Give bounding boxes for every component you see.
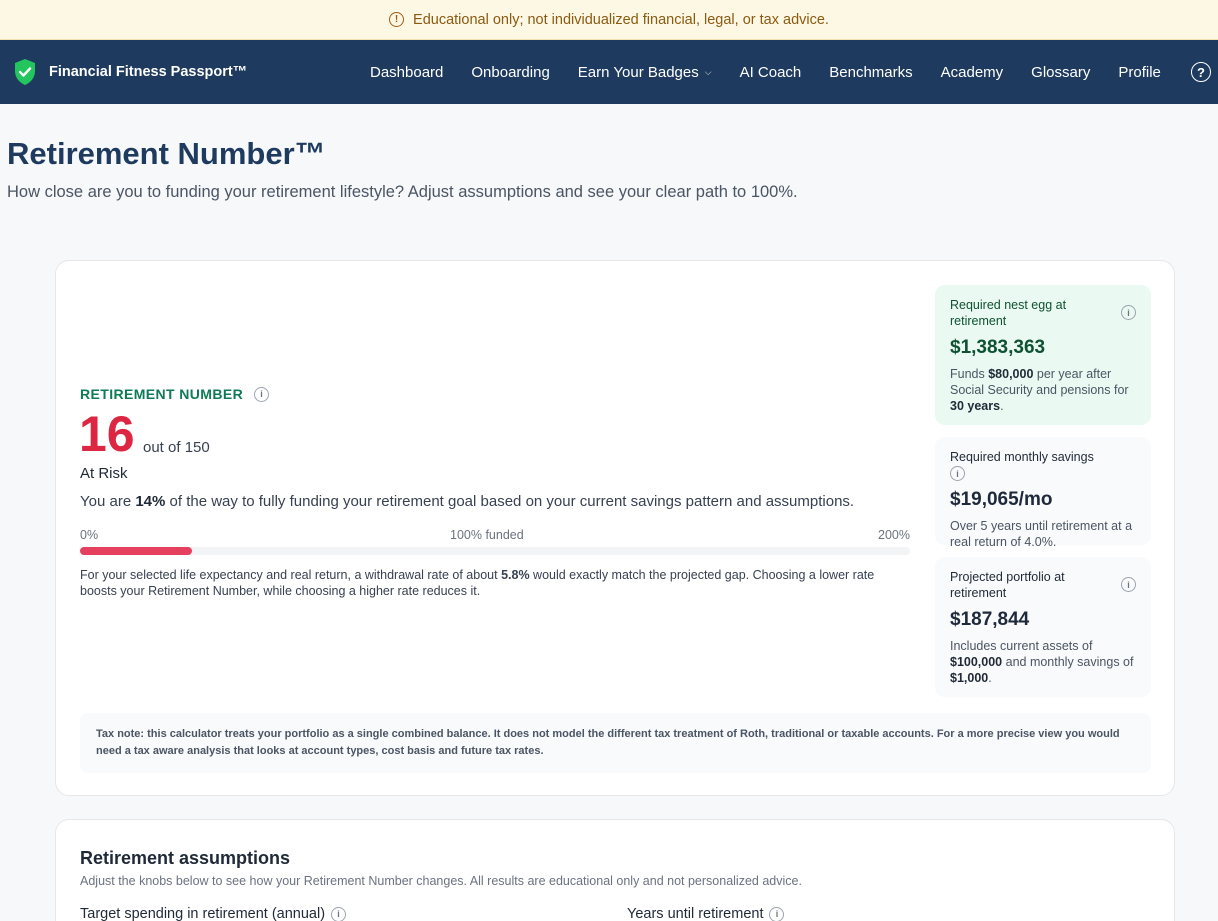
assumptions-subtitle: Adjust the knobs below to see how your R…	[80, 874, 802, 888]
assumptions-card: Retirement assumptions Adjust the knobs …	[55, 819, 1175, 921]
assumptions-title: Retirement assumptions	[80, 848, 291, 868]
funding-progress-bar	[80, 547, 910, 555]
nav-menu: Dashboard Onboarding Earn Your Badges ⌵ A…	[370, 40, 1189, 104]
nest-egg-description: Funds $80,000 per year after Social Secu…	[950, 367, 1129, 413]
help-icon[interactable]: ?	[1191, 62, 1211, 82]
nav-ai-coach[interactable]: AI Coach	[740, 64, 802, 81]
nav-academy[interactable]: Academy	[941, 64, 1004, 81]
nav-earn-your-badges[interactable]: Earn Your Badges ⌵	[578, 64, 712, 81]
nav-ai-coach-label: AI Coach	[739, 63, 802, 81]
warning-circle-icon: !	[389, 12, 405, 27]
withdrawal-rate: 5.8%	[501, 568, 530, 582]
info-icon[interactable]: i	[1121, 577, 1136, 592]
tax-note: Tax note: this calculator treats your po…	[80, 713, 1151, 773]
shield-check-icon	[15, 59, 35, 85]
withdrawal-rate-note: For your selected life expectancy and re…	[80, 568, 875, 598]
nav-profile[interactable]: Profile	[1118, 64, 1161, 81]
page-title: Retirement Number™	[7, 136, 326, 171]
retirement-number-card: RETIREMENT NUMBER i 16 out of 150 At Ris…	[55, 260, 1175, 796]
years-until-retirement-label: Years until retirement i	[627, 906, 785, 921]
nav-academy-label: Academy	[940, 63, 1004, 81]
nest-egg-value: $1,383,363	[950, 337, 1046, 358]
brand-name: Financial Fitness Passport™	[49, 64, 248, 80]
funding-progress-fill	[80, 547, 193, 555]
disclaimer-banner: ! Educational only; not individualized f…	[0, 0, 1218, 40]
projected-portfolio-card: Projected portfolio at retirement i $187…	[935, 557, 1151, 697]
bar-mid-label: 100% funded	[450, 528, 524, 542]
monthly-savings-description: Over 5 years until retirement at a real …	[950, 519, 1133, 550]
nav-badges-label: Earn Your Badges	[577, 63, 699, 81]
nest-egg-title: Required nest egg at retirement	[950, 298, 1067, 328]
top-navbar: Financial Fitness Passport™ Dashboard On…	[0, 40, 1218, 104]
monthly-savings-value: $19,065/mo	[950, 489, 1053, 511]
projected-portfolio-value: $187,844	[950, 609, 1030, 630]
brand[interactable]: Financial Fitness Passport™	[13, 58, 247, 86]
nav-onboarding-label: Onboarding	[471, 63, 550, 81]
info-icon[interactable]: i	[950, 466, 965, 482]
nest-egg-card: Required nest egg at retirement i $1,383…	[935, 285, 1151, 425]
status-text: At Risk	[80, 465, 128, 482]
bar-max-label: 200%	[878, 528, 910, 542]
retirement-number-label: RETIREMENT NUMBER i	[80, 386, 270, 402]
progress-description: You are 14% of the way to fully funding …	[80, 493, 855, 510]
retirement-score-value: 16	[79, 406, 135, 462]
target-spending-label: Target spending in retirement (annual) i	[80, 906, 347, 921]
info-icon[interactable]: i	[254, 386, 270, 402]
retirement-number-label-text: RETIREMENT NUMBER	[80, 386, 244, 402]
nav-benchmarks-label: Benchmarks	[829, 63, 913, 81]
nav-glossary[interactable]: Glossary	[1031, 64, 1090, 81]
projected-portfolio-title: Projected portfolio at retirement	[950, 570, 1065, 600]
nav-dashboard[interactable]: Dashboard	[370, 64, 443, 81]
nav-profile-label: Profile	[1118, 63, 1161, 81]
chevron-down-icon: ⌵	[704, 66, 712, 77]
nav-dashboard-label: Dashboard	[370, 63, 444, 81]
monthly-savings-card: Required monthly savings i $19,065/mo Ov…	[935, 437, 1151, 549]
info-icon[interactable]: i	[331, 906, 347, 921]
disclaimer-text: Educational only; not individualized fin…	[413, 11, 829, 28]
score-out-of: out of 150	[143, 439, 210, 456]
bar-min-label: 0%	[80, 528, 99, 542]
monthly-savings-title: Required monthly savings i	[950, 449, 1136, 482]
progress-percent: 14%	[135, 493, 166, 510]
info-icon[interactable]: i	[769, 906, 785, 921]
nav-benchmarks[interactable]: Benchmarks	[829, 64, 912, 81]
info-icon[interactable]: i	[1121, 305, 1136, 320]
page-subtitle: How close are you to funding your retire…	[7, 183, 798, 201]
nav-glossary-label: Glossary	[1031, 63, 1091, 81]
nav-onboarding[interactable]: Onboarding	[471, 64, 549, 81]
projected-portfolio-description: Includes current assets of $100,000 and …	[950, 639, 1134, 685]
